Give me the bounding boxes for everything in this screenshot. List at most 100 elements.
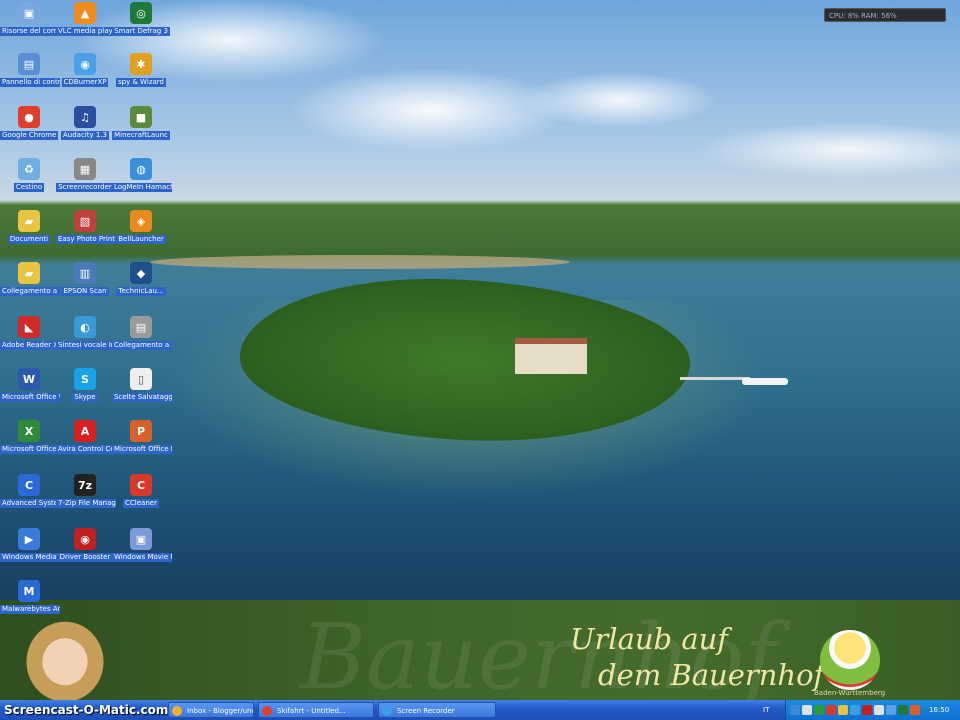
- desktop-icon-audacity[interactable]: ♫ Audacity 1.3: [56, 106, 114, 142]
- language-indicator[interactable]: IT: [763, 700, 769, 720]
- desktop-icon-avira[interactable]: A Avira Control Center: [56, 420, 116, 456]
- desktop-icon-powerpoint[interactable]: P Microsoft Office P...: [112, 420, 172, 456]
- desktop-icon-bellauncher[interactable]: ◈ BellLauncher: [112, 210, 170, 246]
- desktop-icon-documenti[interactable]: ▰ Documenti: [0, 210, 58, 246]
- desktop-icon-label: Microsoft Office W...: [0, 393, 60, 402]
- avira-icon: A: [74, 420, 96, 442]
- desktop-icon-epson[interactable]: ▥ EPSON Scan: [56, 262, 114, 298]
- desktop-icon-skype[interactable]: S Skype: [56, 368, 114, 404]
- desktop-icon-label: Malwarebytes Anti-Malware: [0, 605, 60, 614]
- desktop-icon-label: CCleaner: [123, 499, 159, 508]
- desktop-icon-label: BellLauncher: [116, 235, 166, 244]
- desktop-icon-cestino[interactable]: ♻ Cestino: [0, 158, 58, 194]
- excel-icon: X: [18, 420, 40, 442]
- pannello-icon: ▤: [18, 53, 40, 75]
- cestino-icon: ♻: [18, 158, 40, 180]
- tray-app-icon[interactable]: [862, 705, 872, 715]
- taskbar-clock[interactable]: 16:50: [929, 700, 949, 720]
- desktop-icon-moviemaker[interactable]: ▣ Windows Movie Maker: [112, 528, 172, 564]
- desktop-icon-technicl[interactable]: ◆ TechnicLau...: [112, 262, 170, 298]
- wallpaper-palace: [515, 338, 587, 374]
- screencast-watermark: Screencast-O-Matic.com: [4, 703, 169, 717]
- desktop-icon-label: Screenrecorder: [56, 183, 114, 192]
- tray-app-icon[interactable]: [886, 705, 896, 715]
- desktop-icon-label: Sintesi vocale Inbue: [56, 341, 116, 350]
- desktop-icon-sevenzip[interactable]: 7z 7-Zip File Manager: [56, 474, 116, 510]
- desktop-icon-label: spy & Wizard: [115, 78, 167, 87]
- desktop-icon-advanced[interactable]: C Advanced SystemCare 7: [0, 474, 60, 510]
- desktop-icon-pannello[interactable]: ▤ Pannello di controllo: [0, 53, 60, 89]
- driverbooster-icon: ◉: [74, 528, 96, 550]
- task-app-icon: [262, 706, 272, 716]
- tray-app-icon[interactable]: [814, 705, 824, 715]
- desktop-icon-screenrecorder[interactable]: ▦ Screenrecorder: [56, 158, 114, 194]
- malwarebytes-icon: M: [18, 580, 40, 602]
- desktop-icon-risorse[interactable]: ▣ Risorse del computer: [0, 2, 60, 38]
- wizards-icon: ✱: [130, 53, 152, 75]
- adobe-icon: ◣: [18, 316, 40, 338]
- epson-icon: ▥: [74, 262, 96, 284]
- task-app-icon: [382, 706, 392, 716]
- desktop-icon-label: Documenti: [7, 235, 51, 244]
- system-meter-gadget[interactable]: CPU: 8% RAM: 56%: [824, 8, 946, 22]
- tray-app-icon[interactable]: [802, 705, 812, 715]
- ccleaner-icon: C: [130, 474, 152, 496]
- advanced-icon: C: [18, 474, 40, 496]
- skype-icon: S: [74, 368, 96, 390]
- tray-app-icon[interactable]: [826, 705, 836, 715]
- desktop-icon-driverbooster[interactable]: ◉ Driver Booster: [56, 528, 114, 564]
- taskbar-button[interactable]: Inbox - Blogger/uncategoriz...: [168, 702, 254, 718]
- risorse-icon: ▣: [18, 2, 40, 24]
- tray-app-icon[interactable]: [838, 705, 848, 715]
- tray-app-icon[interactable]: [910, 705, 920, 715]
- desktop-icon-chrome[interactable]: ● Google Chrome: [0, 106, 59, 142]
- desktop-icon-wizards[interactable]: ✱ spy & Wizard: [112, 53, 170, 89]
- desktop-icon-logmein[interactable]: ◍ LogMeIn Hamachi: [112, 158, 172, 194]
- tray-app-icon[interactable]: [790, 705, 800, 715]
- desktop-icon-label: Scelte Salvataggi: [112, 393, 172, 402]
- powerpoint-icon: P: [130, 420, 152, 442]
- desktop-icon-label: Skype: [72, 393, 98, 402]
- desktop-icon-label: Adobe Reader XI: [0, 341, 60, 350]
- wallpaper-pier: [680, 377, 750, 380]
- moviemaker-icon: ▣: [130, 528, 152, 550]
- desktop-icon-collegamento2[interactable]: ▤ Collegamento a Nam 10: [112, 316, 172, 352]
- bellauncher-icon: ◈: [130, 210, 152, 232]
- desktop-icon-smartdefrag[interactable]: ◎ Smart Defrag 3: [112, 2, 170, 38]
- desktop-icon-label: Microsoft Office E...: [0, 445, 60, 454]
- tray-app-icon[interactable]: [850, 705, 860, 715]
- sevenzip-icon: 7z: [74, 474, 96, 496]
- tray-app-icon[interactable]: [898, 705, 908, 715]
- desktop-icon-label: Avira Control Center: [56, 445, 116, 454]
- desktop-icon-collegamento1[interactable]: ▰ Collegamento a IMPAGINE: [0, 262, 60, 298]
- tray-app-icon[interactable]: [874, 705, 884, 715]
- desktop-icon-label: VLC media player: [56, 27, 116, 36]
- logmein-icon: ◍: [130, 158, 152, 180]
- desktop-icon-sintesi[interactable]: ◐ Sintesi vocale Inbue: [56, 316, 116, 352]
- taskbar-button[interactable]: Screen Recorder: [378, 702, 496, 718]
- desktop-icon-label: Driver Booster: [57, 553, 113, 562]
- bauernhof-logo-icon: [820, 630, 880, 690]
- documenti-icon: ▰: [18, 210, 40, 232]
- desktop-icon-easyphoto[interactable]: ▧ Easy Photo Print: [56, 210, 116, 246]
- desktop-icon-label: Collegamento a Nam 10: [112, 341, 172, 350]
- desktop-icon-cdburner[interactable]: ◉ CDBurnerXP: [56, 53, 114, 89]
- desktop-icon-label: Audacity 1.3: [61, 131, 109, 140]
- desktop-icon-scelte[interactable]: ▯ Scelte Salvataggi: [112, 368, 172, 404]
- banner-title-line2: dem Bauernhof: [598, 658, 825, 692]
- cdburner-icon: ◉: [74, 53, 96, 75]
- desktop-icon-adobe[interactable]: ◣ Adobe Reader XI: [0, 316, 60, 352]
- desktop-icon-ccleaner[interactable]: C CCleaner: [112, 474, 170, 510]
- taskbar-button[interactable]: Skifahrt - Untitled...: [258, 702, 374, 718]
- desktop-icon-label: MinecraftLaunc: [112, 131, 170, 140]
- desktop-icon-malwarebytes[interactable]: M Malwarebytes Anti-Malware: [0, 580, 60, 616]
- desktop-icon-excel[interactable]: X Microsoft Office E...: [0, 420, 60, 456]
- desktop-icon-label: EPSON Scan: [61, 287, 109, 296]
- collegamento1-icon: ▰: [18, 262, 40, 284]
- desktop-icon-minecraft[interactable]: ■ MinecraftLaunc: [112, 106, 170, 142]
- desktop-icon-vlc[interactable]: ▲ VLC media player: [56, 2, 116, 38]
- desktop-icon-wmp[interactable]: ▶ Windows Media Player: [0, 528, 60, 564]
- desktop-icon-word[interactable]: W Microsoft Office W...: [0, 368, 60, 404]
- screenrecorder-icon: ▦: [74, 158, 96, 180]
- scelte-icon: ▯: [130, 368, 152, 390]
